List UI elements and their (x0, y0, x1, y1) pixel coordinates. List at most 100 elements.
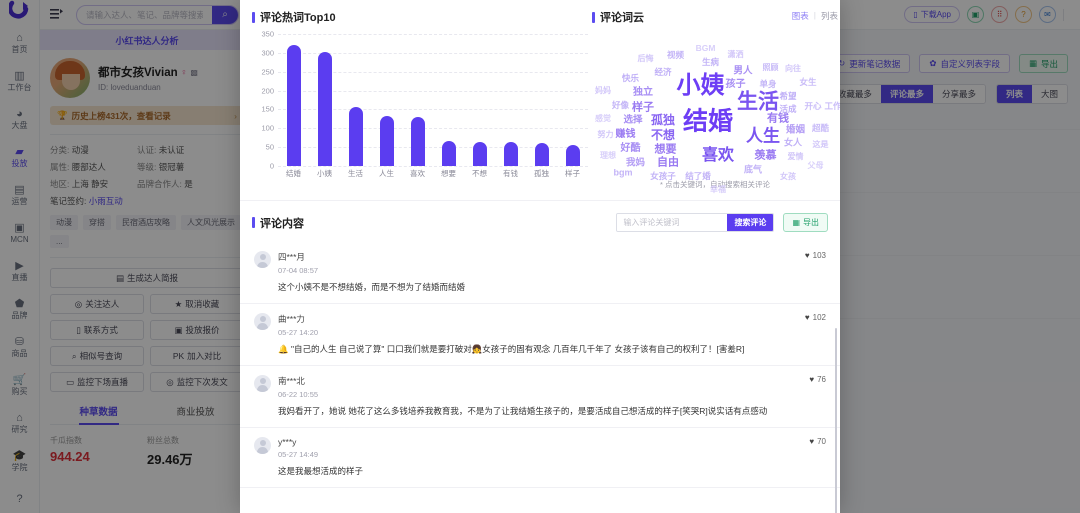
bar-column[interactable] (495, 34, 526, 166)
bar[interactable] (472, 141, 487, 166)
wordcloud-word[interactable]: 快乐 (622, 74, 639, 83)
comment-search-button[interactable]: 搜索评论 (727, 214, 774, 231)
like-count: 102 (812, 312, 826, 322)
wordcloud-word[interactable]: 开心 (804, 102, 821, 111)
bar-column[interactable] (278, 34, 309, 166)
bar[interactable] (410, 116, 425, 166)
wordcloud-word[interactable]: 后悔 (638, 55, 654, 63)
wordcloud-word[interactable]: 独立 (633, 88, 653, 98)
bar-column[interactable] (371, 34, 402, 166)
wordcloud-word[interactable]: 选择 (623, 116, 642, 126)
wordcloud-word[interactable]: 生病 (702, 58, 719, 67)
bar-column[interactable] (464, 34, 495, 166)
wordcloud-word[interactable]: 努力 (598, 130, 614, 139)
wordcloud-word[interactable]: 照顾 (763, 63, 779, 72)
bar[interactable] (534, 143, 549, 166)
wordcloud-word[interactable]: 羡慕 (755, 150, 777, 161)
wordcloud-word[interactable]: 女生 (799, 78, 816, 87)
comment-item: 南***北 06-22 10:55 ♥ 76 我妈看开了，她说 她花了这么多钱培… (240, 366, 840, 428)
x-axis-label: 小姨 (317, 169, 332, 178)
wordcloud-word[interactable]: 工作 (824, 102, 840, 111)
wordcloud-word[interactable]: 生活 (737, 92, 779, 113)
wordcloud-word[interactable]: 经济 (654, 68, 671, 77)
comments-list: 四***月 07-04 08:57 ♥ 103 这个小姨不是不想结婚，而是不想为… (240, 242, 840, 513)
bar-column[interactable] (433, 34, 464, 166)
wordcloud-word[interactable]: 喜欢 (702, 147, 734, 164)
wordcloud-word[interactable]: 妈妈 (595, 86, 611, 95)
wordcloud-word[interactable]: 有钱 (767, 113, 789, 125)
y-axis-tick: 0 (269, 161, 274, 171)
wordcloud-word[interactable]: 男人 (733, 66, 752, 76)
wordcloud-word[interactable]: 潇洒 (728, 51, 744, 59)
x-axis-label: 喜欢 (410, 169, 425, 178)
comment-time: 05-27 14:49 (278, 449, 319, 459)
wordcloud-word[interactable]: 小姨 (677, 74, 725, 98)
comments-scrollbar[interactable] (835, 328, 837, 513)
wordcloud-word[interactable]: 女人 (784, 138, 802, 148)
wordcloud-word[interactable]: 我妈 (626, 158, 645, 168)
wordcloud-word[interactable]: 这是 (813, 140, 829, 149)
wordcloud-word[interactable]: 孩子 (726, 79, 746, 90)
bar[interactable] (348, 107, 363, 166)
comment-time: 07-04 08:57 (278, 266, 319, 275)
modal-charts-row: 评论热词Top10 0 50 100 150 200 250 300 350 结婚 小姨 生活 人生… (240, 0, 840, 194)
wordcloud-word[interactable]: 理想 (600, 151, 616, 160)
wordcloud-word[interactable]: 婚姻 (786, 126, 805, 136)
avatar (254, 312, 271, 330)
comment-time: 06-22 10:55 (278, 389, 319, 399)
wordcloud-word[interactable]: 底气 (744, 165, 762, 175)
like-count: 76 (817, 374, 826, 384)
wordcloud-word[interactable]: 单身 (759, 79, 776, 88)
comments-title: 评论内容 (252, 215, 304, 231)
comment-export-button[interactable]: ▦ 导出 (783, 213, 828, 232)
bar[interactable] (286, 45, 301, 166)
bar-column[interactable] (557, 34, 588, 166)
comment-search-input[interactable] (617, 214, 728, 231)
bar-column[interactable] (309, 34, 340, 166)
y-axis-tick: 100 (261, 123, 274, 133)
bar[interactable] (565, 144, 580, 166)
wordcloud-word[interactable]: 女孩子 (650, 172, 676, 181)
wordcloud-word[interactable]: 希望 (779, 92, 796, 101)
bar-column[interactable] (526, 34, 557, 166)
wordcloud-word[interactable]: 好像 (612, 101, 629, 110)
wordcloud-word[interactable]: 感觉 (595, 115, 611, 123)
bar[interactable] (503, 142, 518, 166)
wordcloud-word[interactable]: 人生 (746, 128, 780, 145)
wordcloud-word[interactable]: 爱情 (788, 153, 804, 161)
bar-column[interactable] (402, 34, 433, 166)
wordcloud-word[interactable]: 结婚 (683, 109, 733, 134)
bar[interactable] (317, 52, 332, 166)
wordcloud-word[interactable]: 孤独 (651, 114, 675, 126)
wordcloud-word[interactable]: 自由 (657, 157, 679, 169)
wordcloud-word[interactable]: 幸福 (710, 186, 726, 194)
comment-header: 曲***力 05-27 14:20 ♥ 102 (254, 312, 826, 337)
like-count: 70 (817, 436, 826, 446)
wordcloud-word[interactable]: 结了婚 (685, 172, 711, 181)
wordcloud-word[interactable]: 视频 (667, 51, 684, 60)
wordcloud-word[interactable]: 向往 (785, 65, 801, 73)
wordcloud-word[interactable]: 想要 (655, 144, 677, 156)
wordcloud-word[interactable]: 活成 (779, 105, 796, 114)
bar[interactable] (379, 115, 394, 166)
divider: | (813, 10, 816, 20)
wordcloud-word[interactable]: 好酷 (621, 143, 641, 154)
wordcloud-word[interactable]: 超酷 (812, 123, 829, 132)
wordcloud-word[interactable]: 赚钱 (616, 129, 636, 140)
comment-likes: ♥ 70 (809, 437, 826, 446)
bar[interactable] (441, 140, 456, 166)
wordcloud-word[interactable]: 不想 (651, 129, 675, 141)
wordcloud-word[interactable]: bgm (614, 168, 633, 178)
comment-search[interactable]: 搜索评论 (616, 213, 775, 232)
x-axis-label: 样子 (565, 169, 580, 178)
wordcloud-word[interactable]: 样子 (632, 102, 654, 113)
grid-line (278, 166, 588, 167)
wordcloud-word[interactable]: 父母 (808, 161, 824, 170)
y-axis-tick: 200 (261, 86, 274, 96)
wordcloud-word[interactable]: BGM (696, 44, 716, 53)
wordcloud-word[interactable]: 女孩 (780, 173, 796, 181)
wordcloud-view-chart[interactable]: 图表 (792, 10, 809, 22)
wordcloud-view-list[interactable]: 列表 (821, 10, 838, 22)
comment-username: 南***北 (278, 375, 305, 386)
bar-column[interactable] (340, 34, 371, 166)
